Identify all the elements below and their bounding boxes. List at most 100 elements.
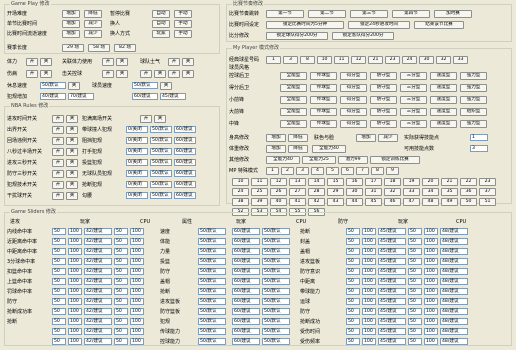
style-button[interactable]: 全能型 bbox=[280, 84, 307, 92]
slider-value[interactable]: 100 bbox=[68, 228, 82, 235]
slider-value[interactable]: 50 bbox=[408, 328, 422, 335]
slider-value[interactable]: 42/建议 bbox=[84, 248, 112, 255]
slider-value[interactable]: 45/建议 bbox=[378, 338, 406, 345]
off-button[interactable]: 关 bbox=[116, 70, 128, 78]
mp-button[interactable]: 22 bbox=[460, 178, 477, 186]
slider-value[interactable]: 100 bbox=[424, 228, 438, 235]
slider-value[interactable]: 50 bbox=[346, 318, 360, 325]
off-button[interactable]: 关 bbox=[154, 70, 166, 78]
decrease-button[interactable]: 降低 bbox=[288, 134, 308, 142]
slider-value[interactable]: 50 bbox=[52, 258, 66, 265]
slider-value[interactable]: 45/建议 bbox=[378, 268, 406, 275]
increase-button[interactable]: 增加 bbox=[266, 145, 286, 153]
mp-button[interactable]: 11 bbox=[251, 178, 268, 186]
slider-value[interactable]: 100 bbox=[424, 338, 438, 345]
extra-style-button[interactable]: 组织型 bbox=[460, 108, 487, 116]
slider-value[interactable]: 50 bbox=[114, 308, 128, 315]
increase-button[interactable]: 增加 bbox=[62, 30, 80, 38]
rule-value[interactable]: 50/默认 bbox=[150, 192, 172, 199]
style-button[interactable]: 防守型 bbox=[370, 84, 397, 92]
slider-value[interactable]: 100 bbox=[130, 318, 144, 325]
slider-value[interactable]: 100 bbox=[68, 288, 82, 295]
slider-value[interactable]: 50 bbox=[346, 298, 360, 305]
slider-value[interactable]: 100 bbox=[424, 288, 438, 295]
slider-value[interactable]: 50 bbox=[52, 318, 66, 325]
slider-value[interactable]: 45/建议 bbox=[378, 298, 406, 305]
off-button[interactable]: 关 bbox=[182, 58, 194, 66]
rest-speed-value[interactable]: 50/默认 bbox=[40, 82, 66, 89]
slider-value[interactable]: 50 bbox=[114, 248, 128, 255]
slider-value[interactable]: 50 bbox=[52, 238, 66, 245]
star-number-button[interactable]: 12 bbox=[351, 56, 366, 64]
rule-value[interactable]: 50/默认 bbox=[150, 159, 172, 166]
mp-button[interactable]: 40 bbox=[270, 198, 287, 206]
slider-value[interactable]: 45/建议 bbox=[378, 318, 406, 325]
mp-button[interactable]: 4 bbox=[311, 167, 324, 175]
slider-value[interactable]: 60/建议 bbox=[232, 328, 260, 335]
rule-value[interactable]: 50/默认 bbox=[150, 126, 172, 133]
mp-button[interactable]: 2 bbox=[281, 167, 294, 175]
slider-value[interactable]: 60/建议 bbox=[232, 248, 260, 255]
style-button[interactable]: 全能型 bbox=[280, 120, 307, 128]
rule-value[interactable]: 50/默认 bbox=[150, 170, 172, 177]
on-button[interactable]: 开 bbox=[52, 126, 64, 134]
rule-value[interactable]: 60/建议 bbox=[174, 148, 196, 155]
mp-button[interactable]: 16 bbox=[346, 178, 363, 186]
slider-value[interactable]: 50 bbox=[114, 288, 128, 295]
mp-button[interactable]: 46 bbox=[384, 198, 401, 206]
slider-value[interactable]: 100 bbox=[424, 298, 438, 305]
slider-value[interactable]: 48/建议 bbox=[440, 298, 468, 305]
slider-value[interactable]: 48/建议 bbox=[440, 288, 468, 295]
style-button[interactable]: 三分型 bbox=[400, 108, 427, 116]
style-button[interactable]: 三分型 bbox=[400, 72, 427, 80]
style-button[interactable]: 全能型 bbox=[280, 108, 307, 116]
on-button[interactable]: 开 bbox=[52, 115, 64, 123]
slider-value[interactable]: 48/建议 bbox=[440, 278, 468, 285]
mp-button[interactable]: 28 bbox=[308, 188, 325, 196]
slider-value[interactable]: 100 bbox=[130, 258, 144, 265]
slider-value[interactable]: 50/默认 bbox=[262, 238, 290, 245]
slider-value[interactable]: 45/建议 bbox=[378, 308, 406, 315]
slider-value[interactable]: 48/建议 bbox=[440, 248, 468, 255]
slider-value[interactable]: 50/默认 bbox=[198, 298, 226, 305]
slider-value[interactable]: 50 bbox=[408, 228, 422, 235]
rule-value[interactable]: 0/关闭 bbox=[126, 137, 148, 144]
mp-button[interactable]: 15 bbox=[327, 178, 344, 186]
mp-button[interactable]: 43 bbox=[327, 198, 344, 206]
slider-value[interactable]: 42/建议 bbox=[84, 258, 112, 265]
manual-button[interactable]: 手动 bbox=[174, 20, 192, 28]
slider-value[interactable]: 50/默认 bbox=[262, 248, 290, 255]
slider-value[interactable]: 50 bbox=[408, 268, 422, 275]
slider-value[interactable]: 100 bbox=[68, 308, 82, 315]
mp-button[interactable]: 45 bbox=[365, 198, 382, 206]
quarter-button-2[interactable]: 第三节 bbox=[350, 10, 388, 18]
slider-value[interactable]: 50 bbox=[114, 338, 128, 345]
mp-button[interactable]: 3 bbox=[296, 167, 309, 175]
mp-button[interactable]: 47 bbox=[403, 198, 420, 206]
decrease-button[interactable]: 减少 bbox=[84, 20, 102, 28]
auto-button[interactable]: 自动 bbox=[152, 20, 170, 28]
style-button[interactable]: 防守型 bbox=[370, 120, 397, 128]
slider-value[interactable]: 100 bbox=[362, 258, 376, 265]
slider-value[interactable]: 45/建议 bbox=[378, 238, 406, 245]
star-number-button[interactable]: 10 bbox=[317, 56, 332, 64]
mp-button[interactable]: 33 bbox=[403, 188, 420, 196]
slider-value[interactable]: 50 bbox=[408, 318, 422, 325]
slider-value[interactable]: 60/建议 bbox=[232, 238, 260, 245]
slider-value[interactable]: 50 bbox=[52, 298, 66, 305]
off-button[interactable]: 关 bbox=[154, 115, 166, 123]
on-button[interactable]: 开 bbox=[102, 70, 114, 78]
mp-button[interactable]: 51 bbox=[479, 198, 496, 206]
slider-value[interactable]: 50/默认 bbox=[262, 308, 290, 315]
slider-value[interactable]: 48/建议 bbox=[440, 318, 468, 325]
rule-value[interactable]: 0/关闭 bbox=[126, 159, 148, 166]
slider-value[interactable]: 50/默认 bbox=[262, 298, 290, 305]
rule-value[interactable]: 0/关闭 bbox=[126, 170, 148, 177]
slider-value[interactable]: 100 bbox=[362, 278, 376, 285]
mp-button[interactable]: 29 bbox=[327, 188, 344, 196]
manual-button[interactable]: 手动 bbox=[174, 30, 192, 38]
slider-value[interactable]: 50/默认 bbox=[198, 288, 226, 295]
mp-button[interactable]: 25 bbox=[251, 188, 268, 196]
mp-button[interactable]: 23 bbox=[479, 178, 496, 186]
style-button[interactable]: 速度型 bbox=[430, 72, 457, 80]
